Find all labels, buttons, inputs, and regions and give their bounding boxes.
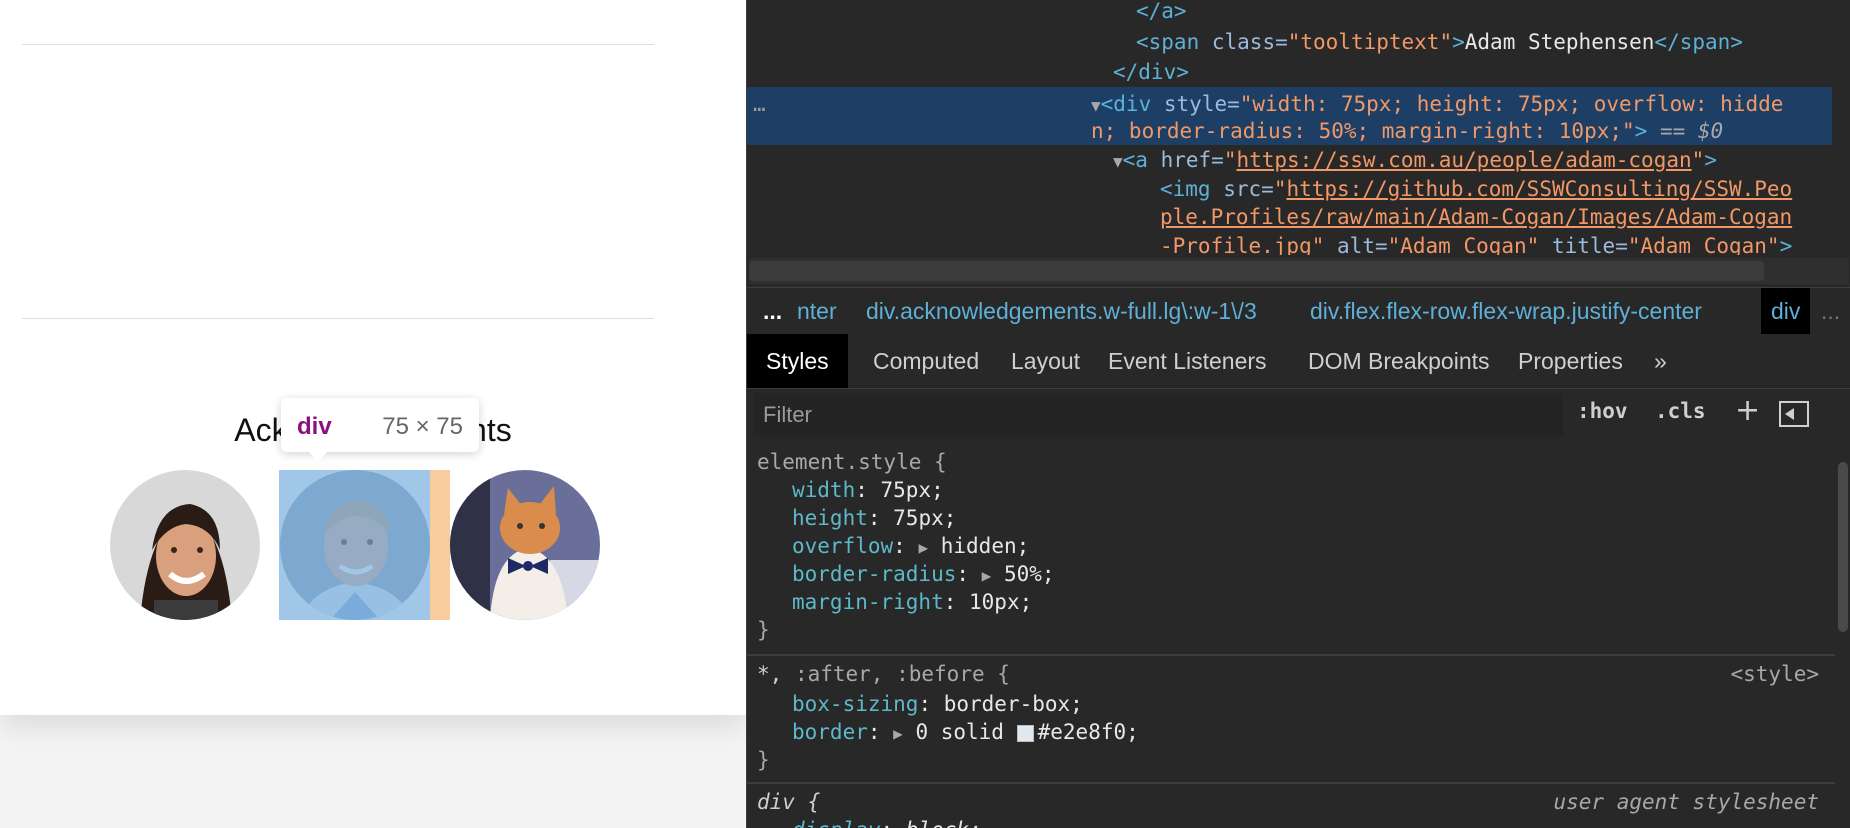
- devtools-panel: </a> <span class="tooltiptext">Adam Step…: [746, 0, 1850, 828]
- src-link[interactable]: https://github.com/SSWConsulting/SSW.Peo: [1286, 177, 1792, 201]
- rule-selector: element.style {: [757, 450, 947, 474]
- avatar-adam-stephensen[interactable]: [110, 470, 260, 620]
- style-property[interactable]: height: 75px;: [792, 504, 956, 533]
- dom-line[interactable]: <img src="https://github.com/SSWConsulti…: [1160, 175, 1792, 204]
- dom-line-wrap[interactable]: ple.Profiles/raw/main/Adam-Cogan/Images/…: [1160, 203, 1792, 232]
- style-property[interactable]: overflow: ▶ hidden;: [792, 532, 1029, 562]
- avatar-photo: [450, 470, 600, 620]
- style-property[interactable]: border-radius: ▶ 50%;: [792, 560, 1055, 590]
- styles-filter-input[interactable]: Filter: [753, 393, 1563, 437]
- node-actions-icon[interactable]: …: [753, 90, 766, 119]
- tab-dom-breakpoints[interactable]: DOM Breakpoints: [1289, 334, 1509, 388]
- divider: [22, 44, 654, 45]
- dom-line[interactable]: <span class="tooltiptext">Adam Stephense…: [1136, 28, 1743, 57]
- expand-triangle-icon[interactable]: ▶: [982, 566, 992, 585]
- dom-line[interactable]: </div>: [1113, 58, 1189, 87]
- breadcrumb: ... nter div.acknowledgements.w-full.lg\…: [747, 287, 1850, 335]
- rule-source-link[interactable]: <style>: [1730, 662, 1819, 686]
- avatar-cat[interactable]: [450, 470, 600, 620]
- tab-styles[interactable]: Styles: [747, 334, 848, 388]
- divider: [22, 318, 654, 319]
- avatar-photo: [110, 470, 260, 620]
- inspect-tooltip: div 75 × 75: [281, 398, 479, 462]
- rule-source-label: user agent stylesheet: [1553, 790, 1819, 814]
- expand-triangle-icon[interactable]: ▼: [1113, 152, 1123, 171]
- scrollbar-thumb[interactable]: [1838, 462, 1848, 632]
- rule-close: }: [757, 748, 770, 772]
- tab-event-listeners[interactable]: Event Listeners: [1089, 334, 1286, 388]
- elements-tree: </a> <span class="tooltiptext">Adam Step…: [747, 0, 1850, 255]
- elements-horizontal-scrollbar[interactable]: [749, 258, 1849, 284]
- dom-line[interactable]: ▼<a href="https://ssw.com.au/people/adam…: [1113, 146, 1717, 176]
- breadcrumb-item[interactable]: div.acknowledgements.w-full.lg\:w-1\/3: [866, 298, 1257, 325]
- tooltip-tag: div: [297, 413, 332, 440]
- expand-triangle-icon[interactable]: ▼: [1091, 96, 1101, 115]
- rule-selector: div {: [757, 790, 821, 814]
- tab-computed[interactable]: Computed: [854, 334, 998, 388]
- rule-divider: [747, 654, 1835, 656]
- style-property: display: block;: [792, 816, 982, 828]
- dom-line-wrap[interactable]: -Profile.jpg" alt="Adam Cogan" title="Ad…: [1160, 232, 1792, 255]
- rule-close: }: [757, 618, 770, 642]
- toggle-computed-pane-icon[interactable]: [1779, 401, 1809, 427]
- new-rule-icon[interactable]: +: [1735, 393, 1760, 428]
- breadcrumb-overflow-icon[interactable]: ...: [1821, 298, 1840, 325]
- dom-line[interactable]: </a>: [1136, 0, 1187, 26]
- sidebar-tabs: Styles Computed Layout Event Listeners D…: [747, 334, 1850, 389]
- dom-line-selected[interactable]: ▼<div style="width: 75px; height: 75px; …: [1091, 90, 1783, 120]
- style-property[interactable]: margin-right: 10px;: [792, 588, 1032, 617]
- href-link[interactable]: https://ssw.com.au/people/adam-cogan: [1236, 148, 1691, 172]
- styles-vertical-scrollbar[interactable]: [1835, 442, 1850, 828]
- breadcrumb-more-icon[interactable]: ...: [763, 298, 782, 325]
- inspect-highlight-margin: [430, 470, 450, 620]
- dom-line-selected-wrap[interactable]: n; border-radius: 50%; margin-right: 10p…: [1091, 117, 1723, 146]
- style-property[interactable]: box-sizing: border-box;: [792, 690, 1083, 719]
- inspect-highlight-content: [279, 470, 430, 620]
- rule-divider: [747, 782, 1835, 784]
- style-property[interactable]: border: ▶ 0 solid #e2e8f0;: [792, 718, 1139, 748]
- tab-properties[interactable]: Properties: [1499, 334, 1642, 388]
- breadcrumb-item[interactable]: nter: [797, 298, 837, 325]
- styles-toolbar: Filter :hov .cls +: [747, 389, 1850, 441]
- hov-toggle[interactable]: :hov: [1577, 399, 1628, 423]
- expand-triangle-icon[interactable]: ▶: [893, 724, 903, 743]
- rule-selector: *, :after, :before {: [757, 662, 1010, 686]
- color-swatch[interactable]: [1016, 724, 1034, 742]
- scrollbar-thumb[interactable]: [749, 261, 1764, 281]
- breadcrumb-item[interactable]: div.flex.flex-row.flex-wrap.justify-cent…: [1310, 298, 1702, 325]
- cls-toggle[interactable]: .cls: [1655, 399, 1706, 423]
- more-tabs-icon[interactable]: »: [1635, 334, 1686, 388]
- page-card: Acknowledgements: [0, 0, 746, 715]
- breadcrumb-item-active[interactable]: div: [1761, 288, 1811, 334]
- expand-triangle-icon[interactable]: ▶: [918, 538, 928, 557]
- tab-layout[interactable]: Layout: [992, 334, 1099, 388]
- tooltip-dimensions: 75 × 75: [382, 413, 463, 440]
- style-property[interactable]: width: 75px;: [792, 476, 944, 505]
- styles-pane: element.style { width: 75px; height: 75p…: [747, 442, 1835, 828]
- tooltip-arrow: [307, 450, 329, 462]
- inspected-page: Acknowledgements: [0, 0, 746, 828]
